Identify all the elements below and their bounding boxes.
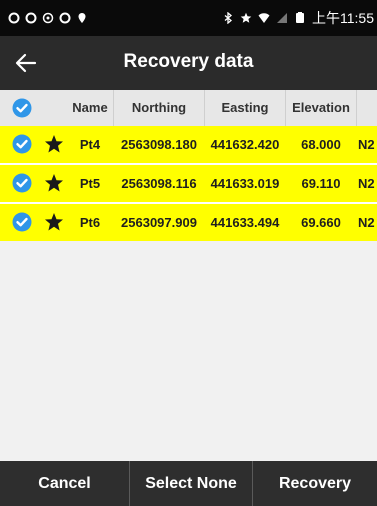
cell-easting: 441633.494 (210, 215, 280, 230)
row-checkbox[interactable] (12, 134, 32, 154)
cell-extra: N2 (358, 215, 375, 230)
status-bar: 上午11:55 (0, 0, 377, 36)
select-none-button[interactable]: Select None (130, 461, 252, 506)
row-checkbox[interactable] (12, 173, 32, 193)
cell-name: Pt4 (79, 137, 101, 152)
page-title: Recovery data (123, 51, 254, 72)
notification-icon (59, 12, 71, 24)
table-row[interactable]: Pt6 2563097.909 441633.494 69.660 N2 (0, 204, 377, 241)
table-header: Name Northing Easting Elevation (0, 90, 377, 126)
empty-list-area (0, 241, 377, 461)
column-header-easting[interactable]: Easting (205, 90, 285, 126)
app-header: Recovery data (0, 36, 377, 90)
column-header-name[interactable]: Name (67, 90, 113, 126)
cancel-button[interactable]: Cancel (0, 461, 129, 506)
recovery-button[interactable]: Recovery (253, 461, 377, 506)
cell-elevation: 69.660 (301, 215, 341, 230)
table-row[interactable]: Pt4 2563098.180 441632.420 68.000 N2 (0, 126, 377, 163)
notification-icon (8, 12, 20, 24)
cell-name: Pt6 (79, 215, 101, 230)
cell-northing: 2563097.909 (121, 215, 197, 230)
cell-elevation: 69.110 (301, 176, 341, 191)
cell-northing: 2563098.116 (121, 176, 197, 191)
status-right-icons: 上午11:55 (222, 0, 374, 36)
row-checkbox[interactable] (12, 212, 32, 232)
bluetooth-icon (224, 12, 233, 24)
notification-icon (25, 12, 37, 24)
battery-icon (296, 12, 304, 23)
star-icon (45, 213, 63, 231)
cell-extra: N2 (358, 176, 375, 191)
bottom-action-bar: Cancel Select None Recovery (0, 461, 377, 506)
signal-icon (277, 13, 287, 23)
sync-icon (42, 12, 54, 24)
cell-easting: 441632.420 (210, 137, 280, 152)
column-divider (356, 90, 357, 126)
table-row[interactable]: Pt5 2563098.116 441633.019 69.110 N2 (0, 165, 377, 202)
wifi-icon (258, 13, 270, 23)
cell-easting: 441633.019 (210, 176, 280, 191)
column-header-northing[interactable]: Northing (114, 90, 204, 126)
cell-extra: N2 (358, 137, 375, 152)
star-icon (45, 135, 63, 153)
cell-northing: 2563098.180 (121, 137, 197, 152)
select-all-checkbox[interactable] (12, 98, 32, 118)
cell-elevation: 68.000 (301, 137, 341, 152)
star-icon (45, 174, 63, 192)
star-status-icon (240, 12, 252, 23)
column-header-elevation[interactable]: Elevation (286, 90, 356, 126)
status-left-icons (8, 0, 88, 36)
cell-name: Pt5 (79, 176, 101, 191)
location-pin-icon (78, 13, 86, 23)
status-time: 上午11:55 (312, 10, 374, 26)
